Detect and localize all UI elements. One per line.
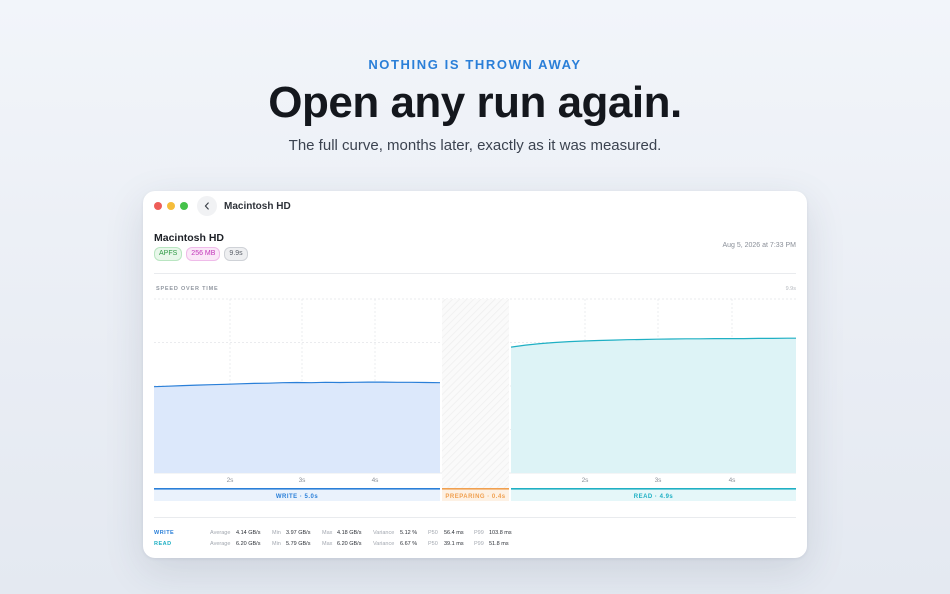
stat-p50-value: 56.4 ms	[444, 530, 464, 536]
x-tick-label: 4s	[372, 477, 380, 484]
hero-eyebrow: NOTHING IS THROWN AWAY	[368, 57, 582, 72]
app-window: Macintosh HD Macintosh HD APFS 256 MB 9.…	[143, 191, 807, 558]
x-tick-label: 2s	[582, 477, 590, 484]
x-tick-label: 4s	[729, 477, 737, 484]
phase-bar-top-preparing	[442, 488, 509, 490]
stat-min-value: 3.97 GB/s	[286, 530, 311, 536]
stat-p50-label: P50	[428, 541, 438, 547]
phase-label-preparing: PREPARING · 0.4s	[445, 494, 505, 500]
stat-average-label: Average	[210, 530, 231, 536]
stats-series-label: WRITE	[154, 530, 175, 536]
stat-p99-value: 51.8 ms	[489, 541, 509, 547]
phase-bar-top-read	[511, 488, 796, 490]
stat-max-value: 6.20 GB/s	[337, 541, 362, 547]
phase-label-read: READ · 4.9s	[634, 494, 674, 500]
stat-variance-label: Variance	[373, 530, 395, 536]
x-tick-label: 2s	[227, 477, 235, 484]
stat-p99-value: 103.8 ms	[489, 530, 512, 536]
hero-headline: Open any run again.	[268, 78, 682, 127]
stat-p99-label: P99	[474, 541, 484, 547]
stat-average-value: 6.20 GB/s	[236, 541, 261, 547]
stat-variance-label: Variance	[373, 541, 395, 547]
stat-p50-label: P50	[428, 530, 438, 536]
stat-p50-value: 39.1 ms	[444, 541, 464, 547]
stat-average-value: 4.14 GB/s	[236, 530, 261, 536]
phase-label-write: WRITE · 5.0s	[276, 494, 319, 500]
stat-min-value: 5.79 GB/s	[286, 541, 311, 547]
divider	[154, 517, 796, 518]
preparing-band	[442, 299, 509, 489]
hero-subhead: The full curve, months later, exactly as…	[288, 137, 662, 154]
x-tick-label: 3s	[299, 477, 307, 484]
chart-phases: WRITE · 5.0s PREPARING · 0.4s READ · 4.9s	[154, 488, 796, 501]
stat-max-label: Max	[322, 530, 333, 536]
stat-p99-label: P99	[474, 530, 484, 536]
x-tick-label: 3s	[655, 477, 663, 484]
stat-max-value: 4.18 GB/s	[337, 530, 362, 536]
stat-max-label: Max	[322, 541, 333, 547]
speed-chart: 2s 3s 4s 2s 3s 4s WRITE · 5.0s PREPARING · 0.4…	[153, 298, 796, 501]
stat-variance-value: 5.12 %	[400, 530, 418, 536]
phase-bar-top-write	[154, 488, 440, 490]
stat-average-label: Average	[210, 541, 231, 547]
stat-min-label: Min	[272, 530, 281, 536]
stat-min-label: Min	[272, 541, 281, 547]
series-area-write	[154, 382, 440, 473]
stats-series-label: READ	[154, 541, 172, 547]
series-area-read	[511, 338, 796, 473]
stat-variance-value: 6.67 %	[400, 541, 418, 547]
